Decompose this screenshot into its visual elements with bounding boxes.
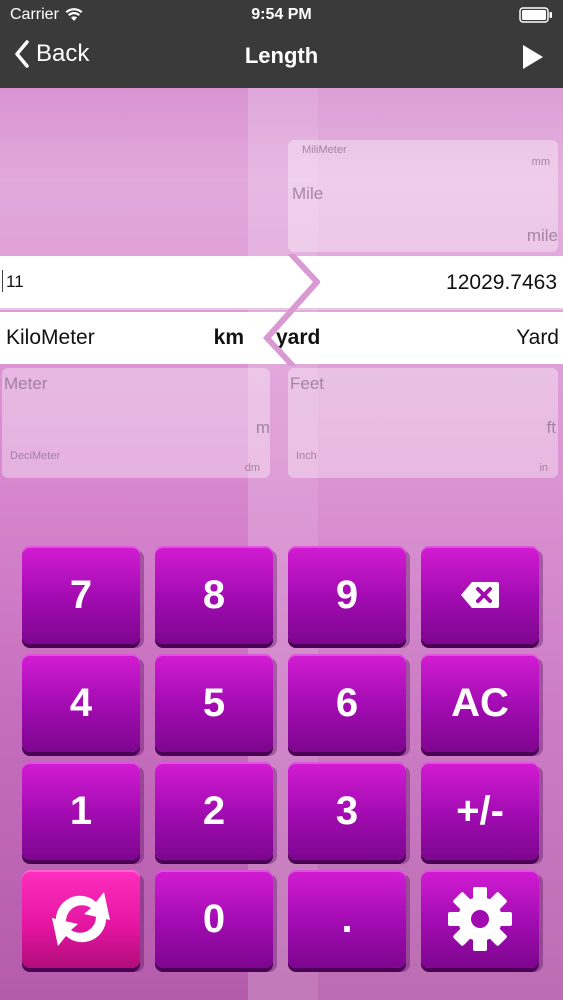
left-value: 11 bbox=[6, 272, 24, 291]
key-9[interactable]: 9 bbox=[288, 546, 406, 644]
backspace-button[interactable] bbox=[421, 546, 539, 644]
key-5[interactable]: 5 bbox=[155, 654, 273, 752]
backspace-icon bbox=[461, 582, 499, 608]
left-unit-name: KiloMeter bbox=[6, 326, 95, 349]
unit-symbol: m bbox=[255, 418, 270, 437]
text-cursor bbox=[2, 270, 3, 292]
plus-minus-button[interactable]: +/- bbox=[421, 762, 539, 860]
navigation-bar: Back Length bbox=[0, 30, 563, 88]
left-unit-drum-lower[interactable]: Meter m DeciMeter dm bbox=[2, 368, 270, 478]
unit-symbol: in bbox=[539, 462, 548, 474]
key-2[interactable]: 2 bbox=[155, 762, 273, 860]
clock: 9:54 PM bbox=[251, 6, 312, 23]
page-title: Length bbox=[244, 43, 319, 68]
unit-symbol: dm bbox=[244, 462, 260, 474]
key-4[interactable]: 4 bbox=[22, 654, 140, 752]
key-6[interactable]: 6 bbox=[288, 654, 406, 752]
unit-symbol: ft bbox=[546, 418, 556, 437]
unit-name: Inch bbox=[296, 450, 317, 462]
key-1[interactable]: 1 bbox=[22, 762, 140, 860]
right-unit-name: Yard bbox=[516, 326, 559, 349]
left-unit-symbol: km bbox=[213, 326, 244, 349]
swap-button[interactable] bbox=[22, 870, 140, 968]
unit-name: Mile bbox=[292, 184, 324, 203]
swap-icon bbox=[52, 892, 110, 946]
right-unit-drum-upper[interactable]: MiliMeter mm Mile mile bbox=[288, 140, 558, 252]
battery-icon bbox=[519, 7, 552, 23]
right-value: 12029.7463 bbox=[446, 271, 557, 294]
right-unit-drum-lower[interactable]: Feet ft Inch in bbox=[288, 368, 558, 478]
key-0[interactable]: 0 bbox=[155, 870, 273, 968]
decimal-point-button[interactable]: . bbox=[288, 870, 406, 968]
unit-name: Feet bbox=[290, 374, 325, 393]
left-selected-unit[interactable]: KiloMeter km bbox=[0, 312, 260, 364]
key-7[interactable]: 7 bbox=[22, 546, 140, 644]
key-8[interactable]: 8 bbox=[155, 546, 273, 644]
play-icon[interactable] bbox=[521, 44, 545, 70]
unit-symbol: mile bbox=[526, 226, 558, 245]
unit-name: MiliMeter bbox=[302, 144, 347, 156]
right-value-field[interactable]: 12029.7463 bbox=[300, 256, 563, 308]
key-3[interactable]: 3 bbox=[288, 762, 406, 860]
all-clear-button[interactable]: AC bbox=[421, 654, 539, 752]
gear-icon bbox=[448, 887, 512, 951]
unit-symbol: mm bbox=[531, 156, 550, 168]
status-bar: Carrier 9:54 PM bbox=[0, 0, 563, 30]
unit-name: Meter bbox=[4, 374, 48, 393]
zigzag-divider bbox=[263, 254, 320, 366]
unit-name: DeciMeter bbox=[10, 450, 61, 462]
settings-button[interactable] bbox=[421, 870, 539, 968]
